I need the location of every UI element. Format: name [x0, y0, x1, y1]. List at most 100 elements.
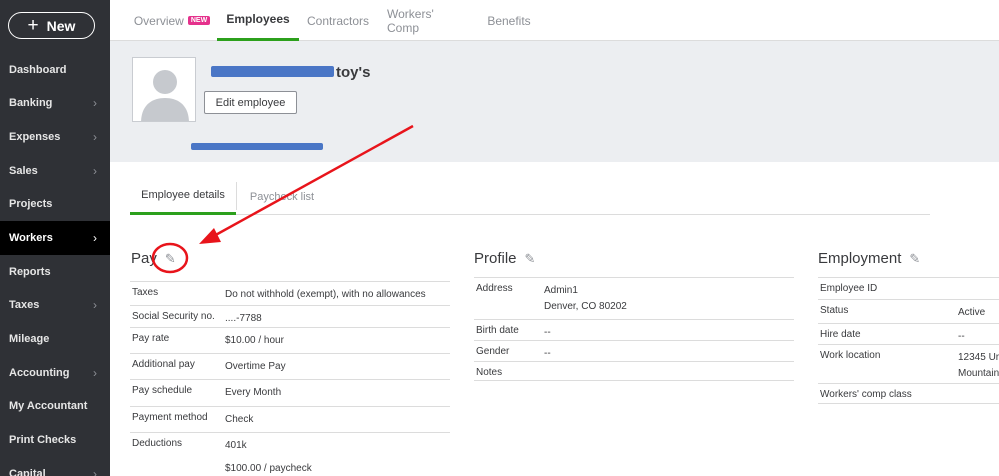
tab-label: Overview: [133, 13, 184, 28]
sidebar-item-label: Capital: [9, 468, 46, 476]
row-label: Pay schedule: [132, 385, 193, 396]
table-row: Employee ID: [818, 277, 999, 299]
name-redaction: [211, 66, 334, 77]
table-row: Status Active: [818, 299, 999, 323]
employee-header: toy's Edit employee: [110, 41, 999, 162]
row-label: Taxes: [132, 287, 159, 298]
sidebar-item-my-accountant[interactable]: My Accountant: [0, 389, 110, 423]
row-label: Gender: [476, 346, 510, 357]
sidebar-item-label: Accounting: [9, 367, 70, 379]
row-label: Notes: [476, 367, 503, 378]
tab-overview[interactable]: Overview NEW: [133, 0, 211, 41]
chevron-right-icon: ›: [93, 467, 97, 476]
sidebar-item-expenses[interactable]: Expenses ›: [0, 120, 110, 154]
table-row: Deductions 401k $100.00 / paycheck: [130, 432, 450, 476]
row-value: --: [544, 327, 551, 338]
tab-label: Contractors: [306, 13, 370, 28]
chevron-right-icon: ›: [93, 298, 97, 312]
tab-label: Employees: [226, 12, 290, 26]
chevron-right-icon: ›: [93, 164, 97, 178]
contact-redaction: [191, 143, 323, 150]
chevron-right-icon: ›: [93, 366, 97, 380]
plus-icon: +: [27, 15, 39, 36]
workers-top-tabs: Overview NEW Employees Contractors Worke…: [110, 0, 999, 41]
tab-contractors[interactable]: Contractors: [305, 0, 371, 41]
location-line-1: 12345 Ur: [958, 352, 999, 363]
row-value: 401k $100.00 / paycheck: [225, 438, 312, 476]
row-label: Deductions: [132, 438, 183, 449]
tab-employee-details[interactable]: Employee details: [130, 178, 236, 215]
row-value: 12345 Ur Mountain: [958, 350, 999, 382]
sidebar-item-workers[interactable]: Workers ›: [0, 221, 110, 255]
edit-pencil-icon[interactable]: ✎: [525, 251, 536, 267]
sidebar-item-sales[interactable]: Sales ›: [0, 154, 110, 188]
sidebar-item-label: My Accountant: [9, 400, 88, 412]
location-line-2: Mountain: [958, 368, 999, 379]
employee-sub-tabs: Employee details Paycheck list: [130, 178, 930, 215]
sidebar-item-accounting[interactable]: Accounting ›: [0, 356, 110, 390]
sidebar-item-print-checks[interactable]: Print Checks: [0, 423, 110, 457]
new-button-label: New: [46, 17, 76, 34]
profile-section-title: Profile ✎: [474, 250, 535, 267]
chevron-right-icon: ›: [93, 231, 97, 245]
section-heading: Pay: [131, 250, 157, 267]
row-label: Work location: [820, 350, 881, 361]
tab-label: Workers' Comp: [387, 6, 434, 35]
deduction-name: 401k: [225, 440, 247, 451]
tab-paycheck-list[interactable]: Paycheck list: [240, 178, 324, 215]
table-row: Notes: [474, 361, 794, 381]
section-heading: Profile: [474, 250, 517, 267]
sidebar-item-capital[interactable]: Capital ›: [0, 457, 110, 476]
sidebar-item-banking[interactable]: Banking ›: [0, 86, 110, 120]
tab-employees[interactable]: Employees: [217, 0, 299, 41]
table-row: Gender --: [474, 340, 794, 361]
sidebar-item-label: Reports: [9, 266, 51, 278]
section-heading: Employment: [818, 250, 902, 267]
tab-benefits[interactable]: Benefits: [486, 0, 532, 41]
pay-section-title: Pay ✎: [131, 250, 176, 267]
sidebar-item-label: Expenses: [9, 131, 61, 143]
row-value: ....-7788: [225, 313, 262, 324]
tab-workers-comp[interactable]: Workers' Comp: [387, 0, 469, 41]
sidebar-item-taxes[interactable]: Taxes ›: [0, 288, 110, 322]
row-label: Payment method: [132, 412, 208, 423]
table-row: Address Admin1 Denver, CO 80202: [474, 277, 794, 319]
row-value: --: [544, 348, 551, 359]
chevron-right-icon: ›: [93, 130, 97, 144]
sidebar-item-label: Projects: [9, 198, 53, 210]
row-value: Check: [225, 414, 254, 425]
sidebar-item-label: Mileage: [9, 333, 50, 345]
row-value: Do not withhold (exempt), with no allowa…: [225, 289, 426, 300]
row-value: $10.00 / hour: [225, 335, 284, 346]
table-row: Payment method Check: [130, 406, 450, 432]
edit-pencil-icon[interactable]: ✎: [165, 251, 176, 267]
table-row: Social Security no. ....-7788: [130, 305, 450, 327]
row-label: Hire date: [820, 329, 861, 340]
edit-pencil-icon[interactable]: ✎: [909, 251, 920, 267]
edit-employee-button[interactable]: Edit employee: [204, 91, 297, 114]
sidebar-item-label: Banking: [9, 97, 53, 109]
employment-section-title: Employment ✎: [818, 250, 920, 267]
person-placeholder-icon: [141, 70, 189, 121]
address-line-1: Admin1: [544, 285, 578, 296]
sidebar-item-dashboard[interactable]: Dashboard: [0, 53, 110, 87]
row-label: Status: [820, 305, 849, 316]
sidebar-item-label: Sales: [9, 165, 38, 177]
sidebar-item-label: Dashboard: [9, 64, 67, 76]
new-button[interactable]: + New: [8, 12, 95, 39]
table-row: Taxes Do not withhold (exempt), with no …: [130, 281, 450, 305]
row-value: Every Month: [225, 387, 282, 398]
sidebar-item-label: Taxes: [9, 299, 40, 311]
row-label: Pay rate: [132, 333, 170, 344]
sidebar-item-label: Print Checks: [9, 434, 77, 446]
row-value: --: [958, 331, 965, 342]
deduction-amount: $100.00 / paycheck: [225, 463, 312, 474]
tab-divider: [236, 182, 237, 210]
sidebar-item-projects[interactable]: Projects: [0, 187, 110, 221]
sidebar-item-mileage[interactable]: Mileage: [0, 322, 110, 356]
tab-label: Benefits: [487, 13, 531, 28]
row-value: Admin1 Denver, CO 80202: [544, 283, 627, 315]
sidebar-item-reports[interactable]: Reports: [0, 255, 110, 289]
row-label: Social Security no.: [132, 311, 215, 322]
table-row: Pay schedule Every Month: [130, 379, 450, 406]
